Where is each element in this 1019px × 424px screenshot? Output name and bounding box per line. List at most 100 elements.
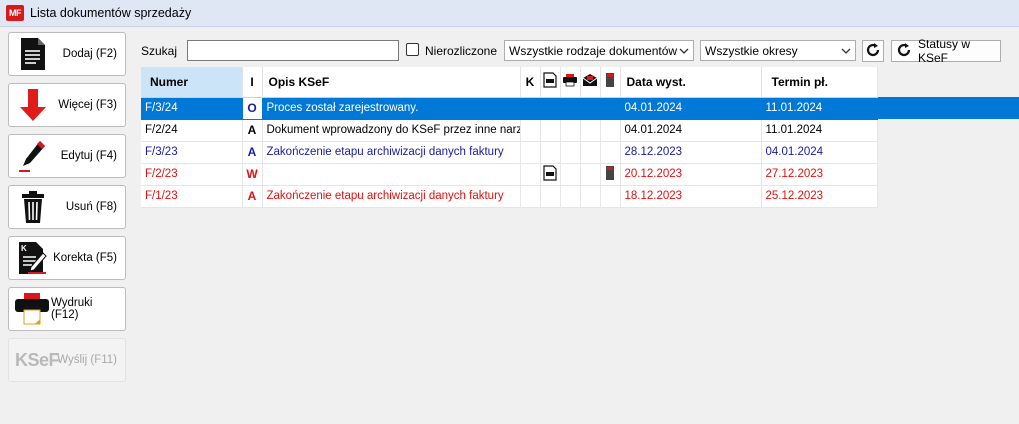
cell-fiscal-printer — [600, 141, 621, 164]
cell-due-date: 04.01.2024 — [761, 141, 878, 164]
document-add-icon — [17, 36, 49, 72]
email-icon — [582, 74, 598, 90]
row-filler — [877, 141, 1019, 163]
add-button-label: Dodaj (F2) — [62, 48, 117, 60]
fiscal-printer-icon — [605, 73, 615, 91]
add-button[interactable]: Dodaj (F2) — [8, 32, 126, 76]
cell-k — [520, 97, 541, 120]
edit-button[interactable]: Edytuj (F4) — [8, 134, 126, 178]
cell-k — [520, 185, 541, 208]
cell-ksef-desc — [262, 163, 521, 186]
correction-icon: K — [17, 240, 49, 276]
svg-text:K: K — [21, 244, 27, 253]
row-filler — [877, 97, 1019, 119]
send-button[interactable]: KSeF Wyślij (F11) — [8, 338, 126, 382]
column-header-document[interactable] — [540, 67, 561, 98]
ksef-status-button-label: Statusy w KSeF — [918, 37, 971, 65]
chevron-down-icon — [679, 45, 689, 59]
more-button[interactable]: Więcej (F3) — [8, 83, 126, 127]
refresh-icon — [896, 42, 912, 61]
correction-button[interactable]: K Korekta (F5) — [8, 236, 126, 280]
search-label: Szukaj — [141, 44, 178, 58]
cell-email — [580, 163, 601, 186]
cell-fiscal-printer — [600, 185, 621, 208]
cell-number: F/2/23 — [141, 163, 243, 186]
column-header-i[interactable]: I — [242, 67, 263, 98]
delete-button-label: Usuń (F8) — [65, 201, 117, 213]
cell-ksef-desc: Proces został zarejestrowany. — [262, 97, 521, 120]
cell-email — [580, 185, 601, 208]
cell-ksef-desc: Zakończenie etapu archiwizacji danych fa… — [262, 185, 521, 208]
cell-i: W — [242, 163, 263, 186]
column-header-printer[interactable] — [560, 67, 581, 98]
printer-icon — [562, 74, 578, 90]
unsettled-label: Nierozliczone — [425, 44, 498, 58]
app-logo: MF — [6, 5, 24, 21]
printer-icon — [13, 291, 51, 327]
arrow-down-icon — [17, 87, 49, 123]
table-row[interactable]: F/3/23 A Zakończenie etapu archiwizacji da… — [141, 141, 1019, 164]
table-row[interactable]: F/2/23 W 20.12.2023 27.12.2023 — [141, 163, 1019, 186]
prints-button[interactable]: Wydruki (F12) — [8, 287, 126, 331]
column-header-due-date[interactable]: Termin pł. — [761, 67, 878, 98]
table-row[interactable]: F/2/24 A Dokument wprowadzony do KSeF prze… — [141, 119, 1019, 142]
cell-i: O — [242, 97, 263, 120]
cell-ksef-desc: Dokument wprowadzony do KSeF przez inne … — [262, 119, 521, 142]
cell-issue-date: 18.12.2023 — [620, 185, 762, 208]
title-bar: MF Lista dokumentów sprzedaży — [0, 0, 1019, 27]
cell-document — [540, 185, 561, 208]
cell-i: A — [242, 141, 263, 164]
pen-icon — [17, 138, 49, 174]
window-title: Lista dokumentów sprzedaży — [30, 6, 192, 20]
cell-document — [540, 163, 561, 186]
cell-document — [540, 119, 561, 142]
correction-button-label: Korekta (F5) — [53, 252, 117, 264]
column-header-k[interactable]: K — [520, 67, 541, 98]
unsettled-checkbox[interactable] — [406, 43, 419, 56]
table-row[interactable]: F/1/23 A Zakończenie etapu archiwizacji da… — [141, 185, 1019, 208]
column-header-email[interactable] — [580, 67, 601, 98]
cell-printer — [560, 119, 581, 142]
column-header-fiscal-printer[interactable] — [600, 67, 621, 98]
ksef-status-button[interactable]: Statusy w KSeF — [891, 37, 1001, 65]
edit-button-label: Edytuj (F4) — [60, 150, 117, 162]
ksef-logo: KSeF — [15, 349, 60, 370]
cell-k — [520, 141, 541, 164]
row-filler — [877, 185, 1019, 207]
delete-button[interactable]: Usuń (F8) — [8, 185, 126, 229]
cell-due-date: 11.01.2024 — [761, 119, 878, 142]
cell-fiscal-printer — [600, 163, 621, 186]
cell-i: A — [242, 119, 263, 142]
search-input[interactable] — [187, 40, 399, 61]
doc-types-select[interactable]: Wszystkie rodzaje dokumentów — [504, 40, 694, 61]
periods-select[interactable]: Wszystkie okresy — [700, 40, 856, 61]
cell-issue-date: 28.12.2023 — [620, 141, 762, 164]
cell-number: F/3/24 — [141, 97, 243, 120]
cell-printer — [560, 163, 581, 186]
cell-document — [540, 141, 561, 164]
row-filler — [877, 119, 1019, 141]
cell-i: A — [242, 185, 263, 208]
periods-select-value: Wszystkie okresy — [705, 44, 798, 58]
column-header-issue-date[interactable]: Data wyst. — [620, 67, 762, 98]
cell-fiscal-printer — [600, 119, 621, 142]
row-filler — [877, 163, 1019, 185]
cell-number: F/2/24 — [141, 119, 243, 142]
table-row[interactable]: F/3/24 O Proces został zarejestrowany. 04.0… — [141, 97, 1019, 120]
refresh-icon — [865, 42, 881, 61]
column-header-number[interactable]: Numer — [141, 67, 243, 98]
doc-types-select-value: Wszystkie rodzaje dokumentów — [509, 44, 678, 58]
cell-ksef-desc: Zakończenie etapu archiwizacji danych fa… — [262, 141, 521, 164]
cell-k — [520, 119, 541, 142]
cell-number: F/1/23 — [141, 185, 243, 208]
cell-due-date: 11.01.2024 — [761, 97, 878, 120]
refresh-button[interactable] — [862, 40, 884, 62]
send-button-label: Wyślij (F11) — [57, 354, 117, 366]
document-icon — [543, 72, 557, 91]
cell-email — [580, 97, 601, 120]
column-header-ksef-desc[interactable]: Opis KSeF — [262, 67, 521, 98]
more-button-label: Więcej (F3) — [58, 99, 117, 111]
header-filler — [877, 67, 1019, 97]
trash-icon — [17, 189, 49, 225]
prints-button-label: Wydruki (F12) — [51, 297, 93, 321]
